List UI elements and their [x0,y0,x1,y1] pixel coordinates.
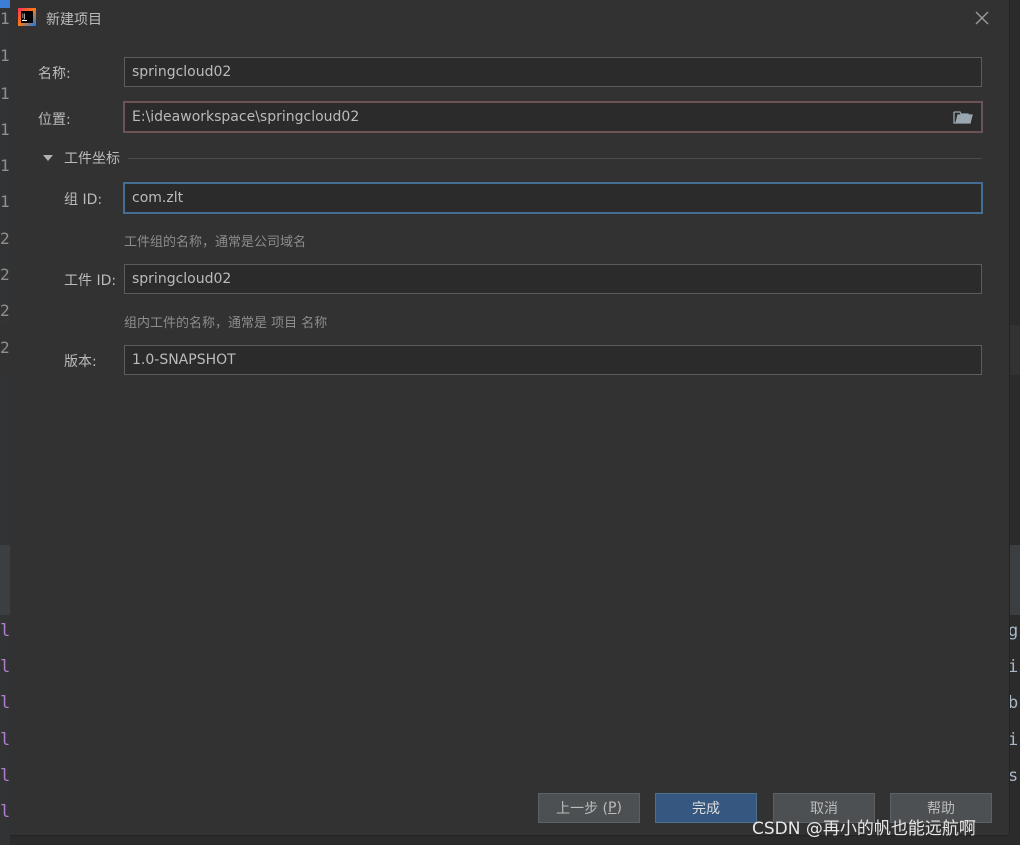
code-fragment: l [0,731,10,749]
code-fragment: l [0,622,10,640]
folder-icon[interactable] [952,108,974,126]
location-field-value: E:\ideaworkspace\springcloud02 [132,109,360,125]
group-id-field-value: com.zlt [132,190,184,206]
previous-button[interactable]: 上一步 (P) [538,793,640,823]
line-number: 1 [0,10,10,28]
version-label: 版本: [64,354,97,370]
artifact-coordinates-section[interactable]: 工件坐标 [40,148,982,168]
finish-button[interactable]: 完成 [655,793,757,823]
name-field-value: springcloud02 [132,64,232,80]
artifact-id-field-value: springcloud02 [132,271,232,287]
name-field[interactable]: springcloud02 [124,57,982,87]
line-number: 1 [0,85,10,103]
line-number: 2 [0,266,10,284]
section-divider [128,157,982,159]
group-id-field[interactable]: com.zlt [123,182,983,214]
line-number: 1 [0,157,10,175]
code-fragment: l [0,803,10,821]
group-id-label: 组 ID: [64,192,103,208]
previous-button-suffix: ) [616,800,622,816]
name-label: 名称: [38,66,71,82]
code-fragment: l [0,694,10,712]
artifact-id-field[interactable]: springcloud02 [124,264,982,294]
previous-button-label: 上一步 ( [556,801,608,817]
close-icon[interactable] [970,6,994,30]
dialog-title: 新建项目 [46,12,102,28]
version-field-value: 1.0-SNAPSHOT [132,352,236,368]
svg-text:IJ: IJ [22,13,26,20]
editor-tab-indicator [0,0,10,8]
line-number: 1 [0,47,10,65]
previous-button-mnemonic: P [608,800,617,816]
triangle-down-icon[interactable] [40,150,56,166]
csdn-watermark: CSDN @再小的帆也能远航啊 [752,819,976,839]
artifact-id-label: 工件 ID: [64,273,117,289]
line-number: 1 [0,121,10,139]
location-label: 位置: [38,112,71,128]
line-number: 2 [0,230,10,248]
group-id-hint: 工件组的名称，通常是公司域名 [124,235,307,250]
code-fragment: l [0,767,10,785]
location-field[interactable]: E:\ideaworkspace\springcloud02 [123,101,983,133]
line-number: 1 [0,193,10,211]
line-number: 2 [0,339,10,357]
intellij-idea-icon: IJ [18,8,36,26]
version-field[interactable]: 1.0-SNAPSHOT [124,345,982,375]
section-title: 工件坐标 [64,151,120,167]
new-project-dialog: IJ 新建项目 名称: springcloud02 位置: E:\ideawor… [10,0,1010,836]
dialog-titlebar: IJ 新建项目 [10,0,1010,36]
line-number: 2 [0,302,10,320]
code-fragment: l [0,658,10,676]
artifact-id-hint: 组内工件的名称，通常是 项目 名称 [124,316,328,331]
